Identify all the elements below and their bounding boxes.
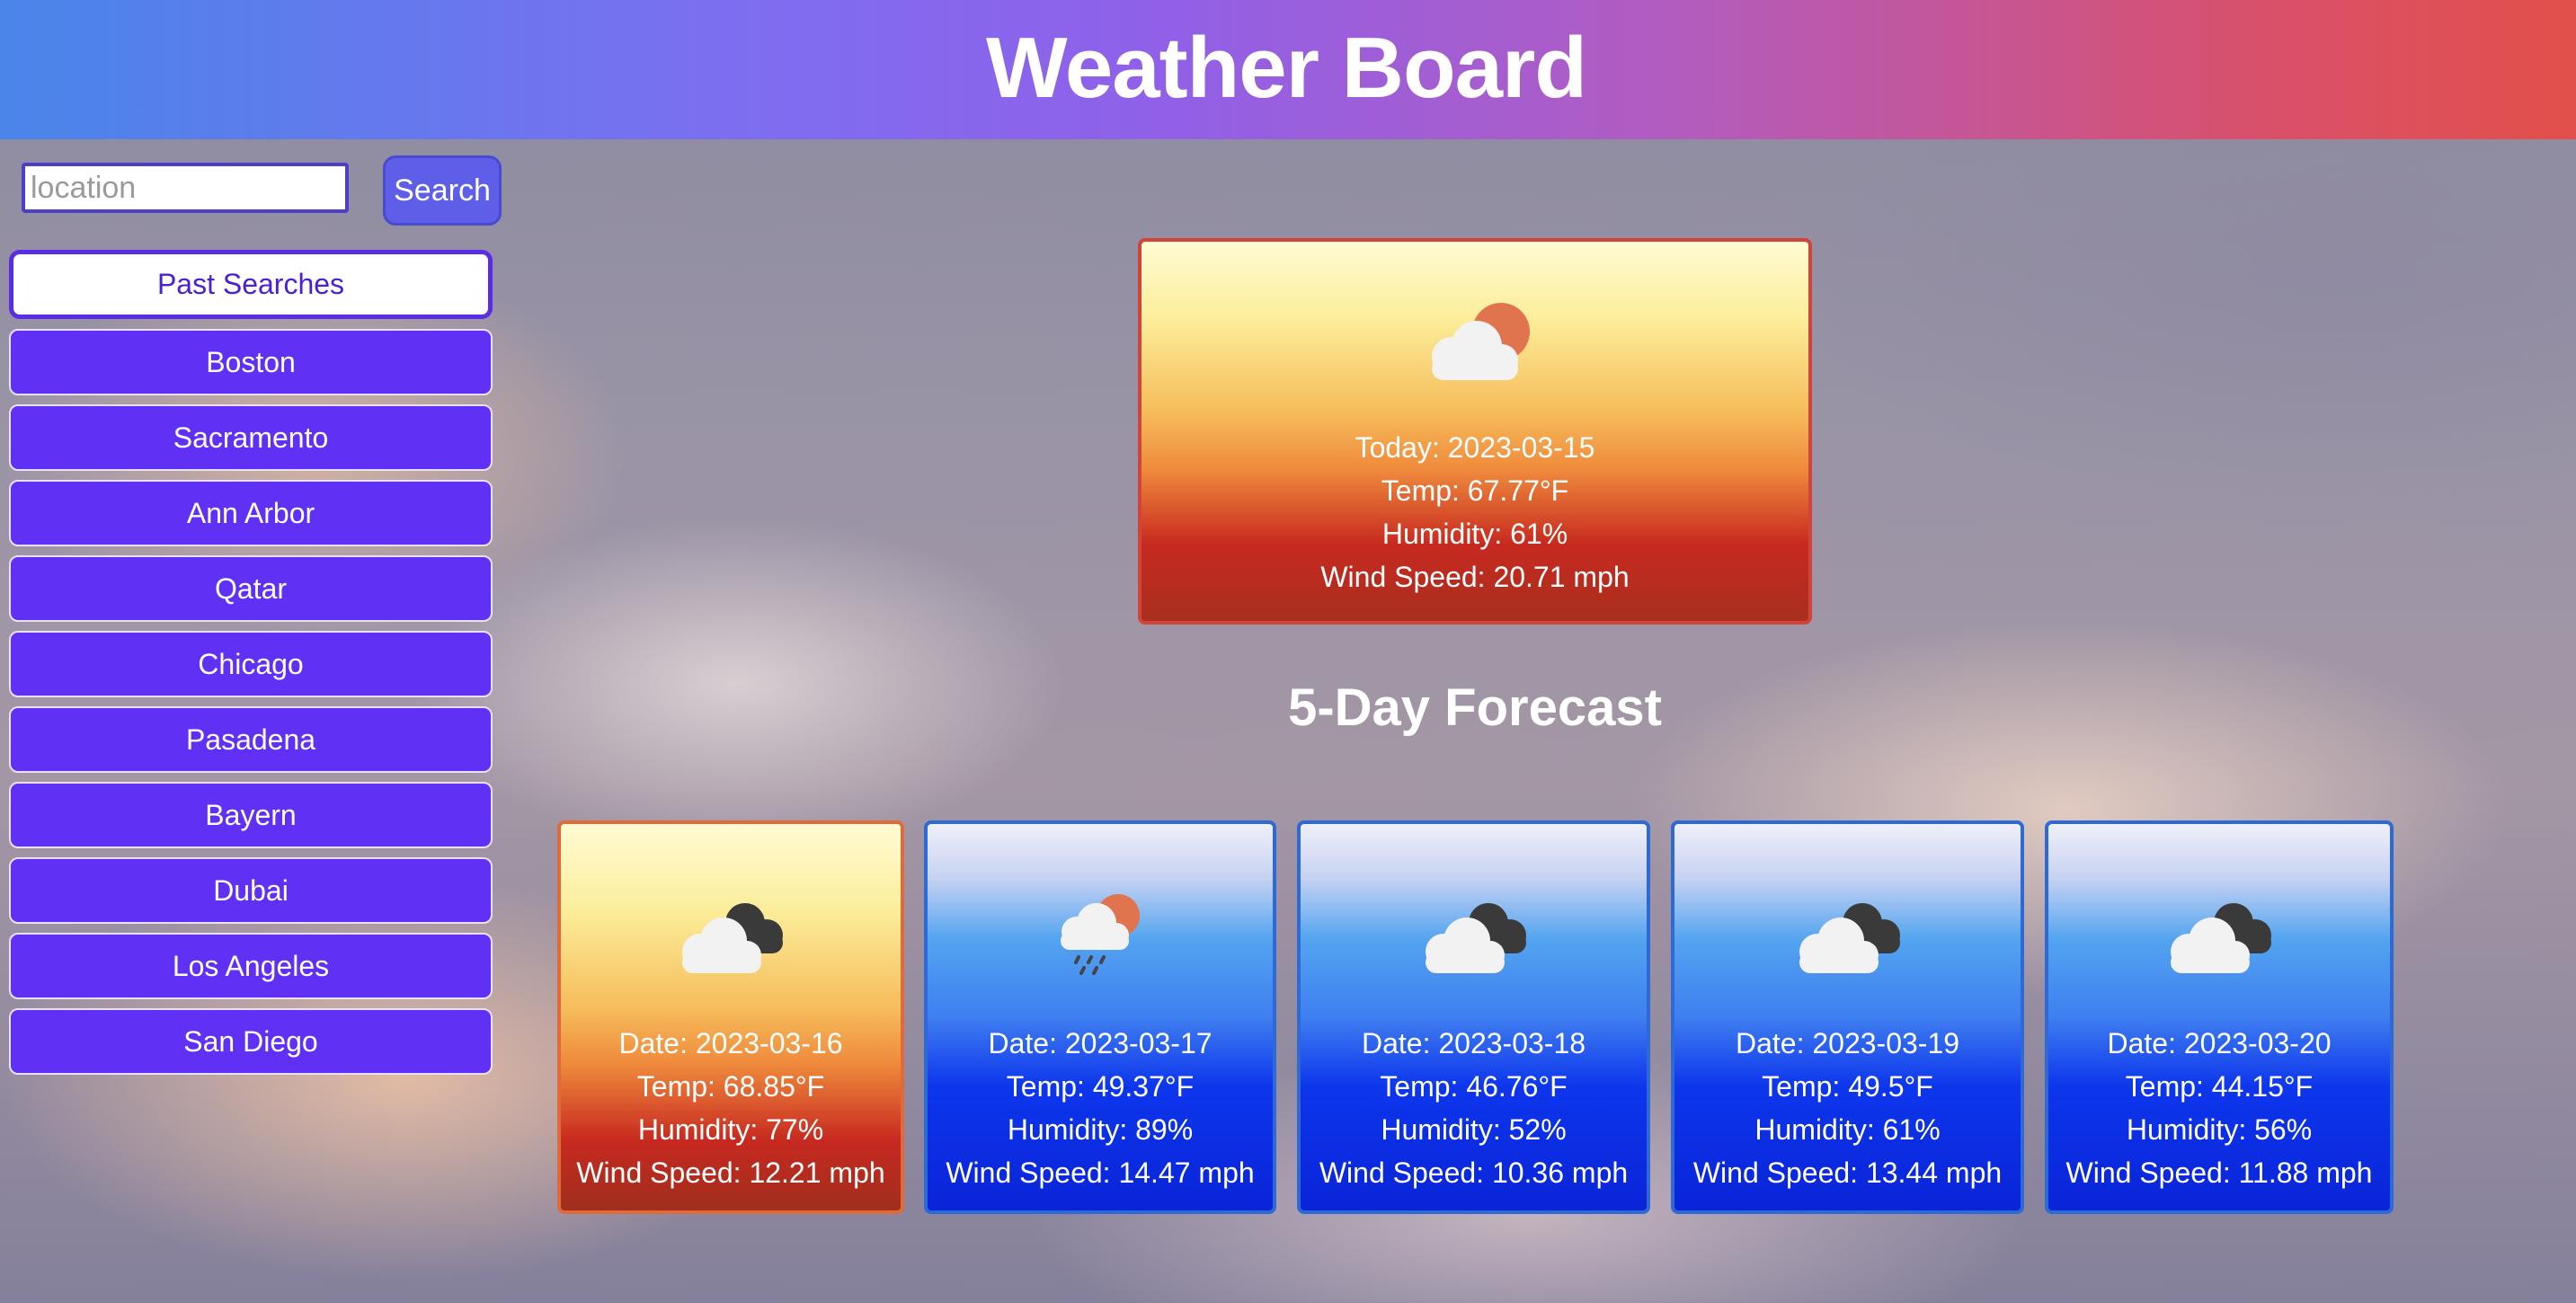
forecast-wind: Wind Speed: 13.44 mph [1692,1157,2003,1189]
forecast-card: Date: 2023-03-19 Temp: 49.5°F Humidity: … [1671,820,2024,1214]
forecast-temp: Temp: 68.85°F [636,1070,825,1103]
forecast-card: Date: 2023-03-18 Temp: 46.76°F Humidity:… [1297,820,1650,1214]
today-date: Today: 2023-03-15 [1355,431,1595,464]
city-button-ann-arbor[interactable]: Ann Arbor [9,480,493,546]
page-title: Weather Board [985,19,1587,116]
broken-clouds-icon [2156,885,2282,979]
today-wind: Wind Speed: 20.71 mph [1320,561,1630,593]
forecast-wind: Wind Speed: 12.21 mph [576,1157,885,1189]
city-button-bayern[interactable]: Bayern [9,782,493,848]
forecast-date: Date: 2023-03-16 [618,1027,843,1059]
forecast-humidity: Humidity: 77% [637,1113,824,1146]
forecast-temp: Temp: 46.76°F [1380,1070,1568,1103]
forecast-date: Date: 2023-03-17 [988,1027,1212,1059]
today-temp: Temp: 67.77°F [1381,474,1569,507]
location-search-input[interactable] [22,163,349,213]
broken-clouds-icon [1411,885,1537,979]
forecast-wind: Wind Speed: 11.88 mph [2065,1157,2373,1189]
forecast-title: 5-Day Forecast [1288,678,1662,737]
broken-clouds-icon [1785,885,1911,979]
forecast-card: Date: 2023-03-17 Temp: 49.37°F Humidity:… [924,820,1276,1214]
search-button[interactable]: Search [383,155,502,226]
forecast-humidity: Humidity: 61% [1754,1113,1941,1146]
forecast-temp: Temp: 49.5°F [1762,1070,1933,1103]
city-button-boston[interactable]: Boston [9,329,493,395]
forecast-temp: Temp: 44.15°F [2125,1070,2314,1103]
rain-sun-icon [1037,885,1163,979]
forecast-date: Date: 2023-03-19 [1735,1027,1960,1059]
past-searches-heading: Past Searches [9,250,493,319]
city-button-los-angeles[interactable]: Los Angeles [9,933,493,999]
forecast-card: Date: 2023-03-16 Temp: 68.85°F Humidity:… [557,820,904,1214]
forecast-humidity: Humidity: 52% [1381,1113,1567,1146]
header-bar: Weather Board [0,0,2576,139]
city-button-sacramento[interactable]: Sacramento [9,404,493,471]
broken-clouds-icon [668,885,794,979]
forecast-wind: Wind Speed: 10.36 mph [1319,1157,1629,1189]
forecast-temp: Temp: 49.37°F [1006,1070,1195,1103]
forecast-date: Date: 2023-03-20 [2107,1027,2332,1059]
forecast-date: Date: 2023-03-18 [1361,1027,1586,1059]
forecast-humidity: Humidity: 89% [1007,1113,1194,1146]
today-humidity: Humidity: 61% [1381,518,1568,550]
city-button-dubai[interactable]: Dubai [9,857,493,924]
forecast-wind: Wind Speed: 14.47 mph [946,1157,1255,1189]
forecast-card: Date: 2023-03-20 Temp: 44.15°F Humidity:… [2045,820,2394,1214]
partly-cloudy-sun-icon [1416,294,1538,384]
current-weather-card: Today: 2023-03-15 Temp: 67.77°F Humidity… [1138,238,1812,625]
city-button-san-diego[interactable]: San Diego [9,1008,493,1075]
city-button-qatar[interactable]: Qatar [9,555,493,622]
forecast-humidity: Humidity: 56% [2126,1113,2313,1146]
